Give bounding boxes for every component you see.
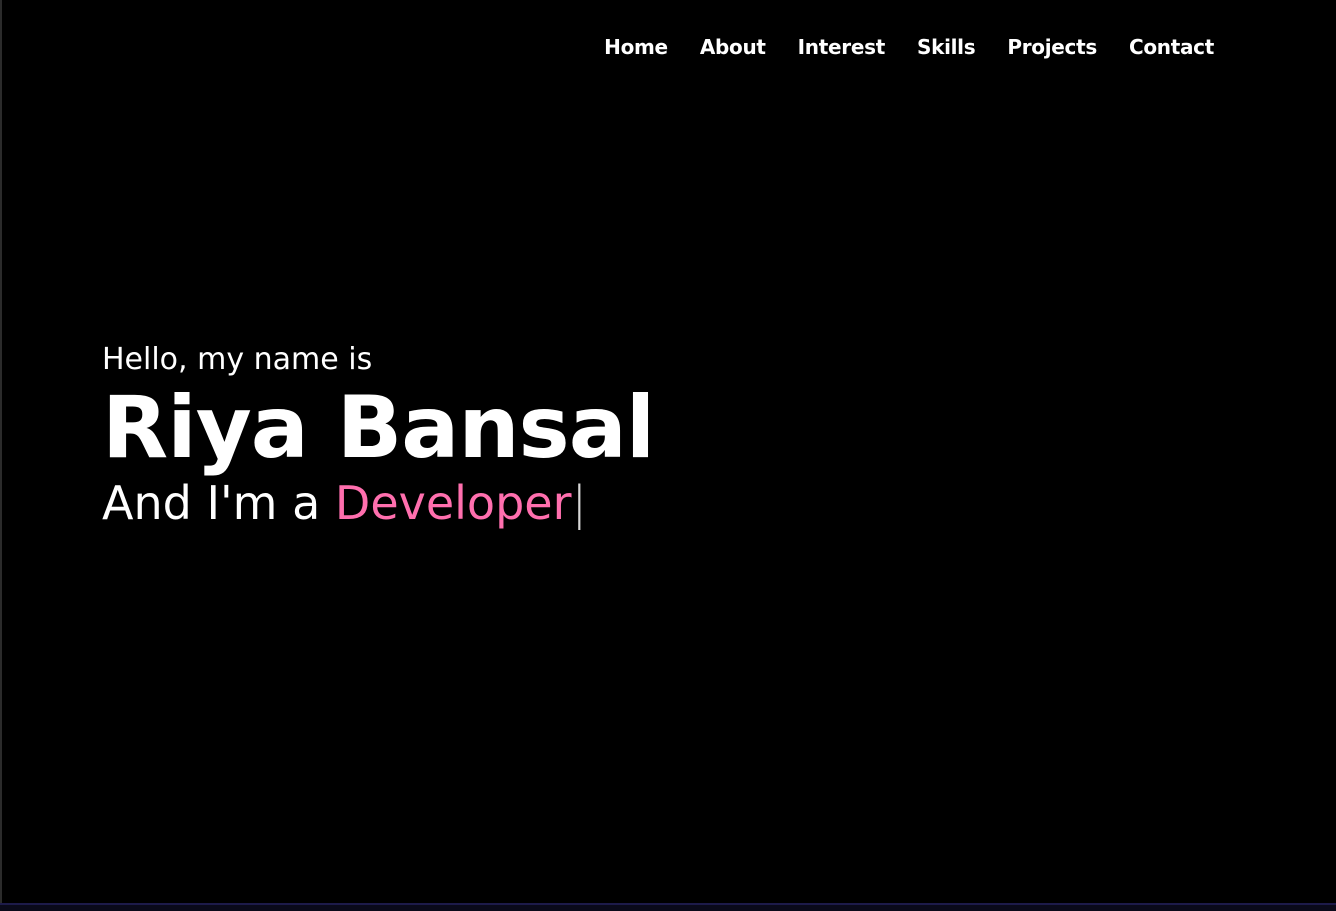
nav-link-skills[interactable]: Skills — [917, 32, 976, 62]
hero-role-line: And I'm a Developer| — [102, 472, 654, 534]
nav-link-contact[interactable]: Contact — [1129, 32, 1214, 62]
hero-role-word: Developer — [334, 476, 572, 530]
top-navigation: Home About Interest Skills Projects Cont… — [604, 32, 1214, 62]
nav-link-interest[interactable]: Interest — [798, 32, 886, 62]
hero-section: Hello, my name is Riya Bansal And I'm a … — [102, 338, 655, 534]
hero-name: Riya Bansal — [102, 378, 655, 478]
nav-link-projects[interactable]: Projects — [1007, 32, 1097, 62]
typing-cursor: | — [571, 476, 588, 530]
nav-link-home[interactable]: Home — [604, 32, 668, 62]
window-left-edge — [0, 0, 2, 903]
nav-link-about[interactable]: About — [700, 32, 766, 62]
hero-greeting: Hello, my name is — [102, 342, 373, 377]
taskbar-strip — [0, 905, 1336, 911]
hero-role-prefix: And I'm a — [102, 476, 335, 530]
